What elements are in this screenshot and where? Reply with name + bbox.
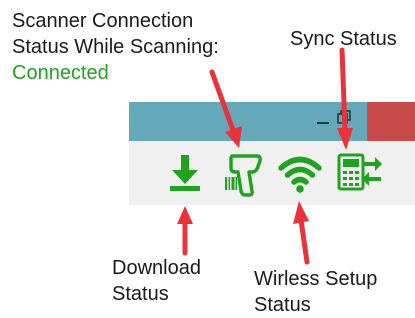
barcode-scanner-icon[interactable] — [223, 153, 265, 197]
wireless-label-line2: Status — [254, 294, 311, 316]
window-titlebar — [129, 102, 415, 141]
restore-button[interactable] — [337, 110, 351, 124]
sync-label-line1: Sync Status — [290, 28, 397, 50]
wifi-arrow — [298, 217, 310, 265]
scanner-label-line1: Scanner Connection — [12, 10, 194, 32]
sync-icon[interactable] — [337, 153, 383, 193]
close-button[interactable] — [367, 102, 415, 141]
scanner-label-line2: Status While Scanning: — [12, 36, 219, 58]
wifi-icon[interactable] — [278, 153, 322, 195]
wireless-label-line1: Wirless Setup — [254, 268, 378, 290]
download-status-label: Download Status — [112, 255, 201, 307]
scanner-connection-label: Scanner Connection Status While Scanning… — [12, 8, 219, 86]
minimize-button[interactable] — [317, 122, 329, 124]
wireless-status-label: Wirless Setup Status — [254, 266, 377, 318]
download-icon[interactable] — [168, 153, 202, 193]
download-arrowhead — [177, 206, 193, 224]
scanner-connection-value: Connected — [12, 62, 109, 84]
download-label-line1: Download — [112, 257, 201, 279]
sync-status-label: Sync Status — [290, 26, 397, 52]
download-label-line2: Status — [112, 283, 169, 305]
